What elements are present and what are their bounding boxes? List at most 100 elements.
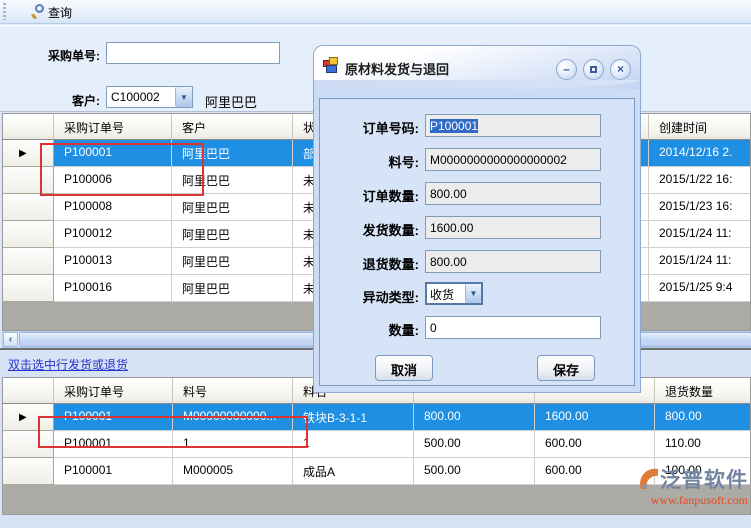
- row-selector[interactable]: [3, 194, 54, 221]
- cell-customer[interactable]: 阿里巴巴: [172, 167, 293, 194]
- query-button[interactable]: 查询: [24, 2, 78, 22]
- chevron-down-icon[interactable]: ▼: [175, 87, 192, 107]
- row-selector[interactable]: [3, 275, 54, 302]
- cell-created[interactable]: 2015/1/22 16:: [649, 167, 751, 194]
- material-ship-return-dialog: 原材料发货与退回 – × 订单号码: P100001 料号: M00000000…: [313, 45, 641, 393]
- cell-created[interactable]: 2015/1/25 9:4: [649, 275, 751, 302]
- chevron-down-icon[interactable]: ▼: [465, 284, 481, 303]
- double-click-hint-link[interactable]: 双击选中行发货或退货: [8, 356, 128, 373]
- query-button-label: 查询: [48, 6, 72, 20]
- order-no-label: 订单号码:: [324, 118, 419, 137]
- row-selector[interactable]: [3, 221, 54, 248]
- row-selector[interactable]: [3, 248, 54, 275]
- row-arrow-icon: ▶: [19, 412, 27, 423]
- cell-customer[interactable]: 阿里巴巴: [172, 140, 293, 167]
- cell-qty1[interactable]: 500.00: [414, 431, 535, 458]
- minimize-button[interactable]: –: [556, 59, 577, 80]
- cell-material-no[interactable]: 1: [173, 431, 293, 458]
- col-material-no[interactable]: 料号: [173, 378, 293, 404]
- toolbar-grip[interactable]: [3, 3, 6, 20]
- row-selector[interactable]: ▶: [3, 140, 54, 167]
- cell-order-no[interactable]: P100012: [54, 221, 172, 248]
- watermark-logo-icon: [639, 468, 659, 493]
- maximize-button[interactable]: [583, 59, 604, 80]
- col-order-no[interactable]: 采购订单号: [54, 114, 172, 140]
- cell-qty2[interactable]: 600.00: [535, 431, 655, 458]
- search-icon: [30, 4, 44, 18]
- qty-field[interactable]: 0: [425, 316, 601, 339]
- cell-order-no[interactable]: P100001: [54, 140, 172, 167]
- cell-customer[interactable]: 阿里巴巴: [172, 248, 293, 275]
- dialog-title: 原材料发货与退回: [345, 59, 449, 78]
- ship-qty-field[interactable]: 1600.00: [425, 216, 601, 239]
- form-icon: [323, 57, 340, 74]
- trans-type-value: 收货: [427, 284, 465, 303]
- cell-created[interactable]: 2014/12/16 2.: [649, 140, 751, 167]
- cancel-button[interactable]: 取消: [375, 355, 433, 381]
- close-icon[interactable]: ×: [610, 59, 631, 80]
- cell-qty2[interactable]: 1600.00: [535, 404, 655, 431]
- cell-customer[interactable]: 阿里巴巴: [172, 221, 293, 248]
- order-qty-label: 订单数量:: [324, 186, 419, 205]
- watermark-brand: 泛普软件: [660, 469, 748, 492]
- dialog-titlebar[interactable]: 原材料发货与退回 – ×: [313, 45, 641, 89]
- ship-qty-label: 发货数量:: [324, 220, 419, 239]
- return-qty-label: 退货数量:: [324, 254, 419, 273]
- cell-material-no[interactable]: M000005: [173, 458, 293, 485]
- cell-customer[interactable]: 阿里巴巴: [172, 275, 293, 302]
- order-no-field[interactable]: P100001: [425, 114, 601, 137]
- dialog-content-panel: 订单号码: P100001 料号: M0000000000000000002 订…: [319, 98, 635, 386]
- col-order-no[interactable]: 采购订单号: [54, 378, 173, 404]
- cell-material-name[interactable]: 铁块B-3-1-1: [293, 404, 414, 431]
- row-selector[interactable]: [3, 167, 54, 194]
- col-return-qty[interactable]: 退货数量: [655, 378, 751, 404]
- cell-material-name[interactable]: 1: [293, 431, 414, 458]
- cell-return-qty[interactable]: 110.00: [655, 431, 751, 458]
- cell-qty1[interactable]: 800.00: [414, 404, 535, 431]
- row-selector[interactable]: ▶: [3, 404, 54, 431]
- row-arrow-icon: ▶: [19, 148, 27, 159]
- customer-name-text: 阿里巴巴: [205, 92, 257, 111]
- col-created[interactable]: 创建时间: [649, 114, 751, 140]
- cell-created[interactable]: 2015/1/24 11:: [649, 221, 751, 248]
- cell-order-no[interactable]: P100016: [54, 275, 172, 302]
- cell-material-name[interactable]: 成品A: [293, 458, 414, 485]
- cell-order-no[interactable]: P100006: [54, 167, 172, 194]
- cell-customer[interactable]: 阿里巴巴: [172, 194, 293, 221]
- cell-material-no[interactable]: M00000000000...: [173, 404, 293, 431]
- cell-order-no[interactable]: P100008: [54, 194, 172, 221]
- watermark-url: www.fanpusoft.com: [618, 493, 748, 508]
- cell-order-no[interactable]: P100001: [54, 458, 173, 485]
- qty-label: 数量:: [324, 320, 419, 339]
- scroll-left-icon[interactable]: ‹: [3, 332, 18, 347]
- cell-order-no[interactable]: P100001: [54, 431, 173, 458]
- col-customer[interactable]: 客户: [172, 114, 293, 140]
- po-number-input[interactable]: [106, 42, 280, 64]
- material-no-label: 料号:: [324, 152, 419, 171]
- cell-created[interactable]: 2015/1/24 11:: [649, 248, 751, 275]
- save-button[interactable]: 保存: [537, 355, 595, 381]
- cell-order-no[interactable]: P100013: [54, 248, 172, 275]
- selector-header: [3, 378, 54, 404]
- selector-header: [3, 114, 54, 140]
- table-row[interactable]: ▶ P100001 M00000000000... 铁块B-3-1-1 800.…: [3, 404, 750, 431]
- selected-text: P100001: [430, 119, 478, 133]
- table-row[interactable]: P100001 1 1 500.00 600.00 110.00: [3, 431, 750, 458]
- order-qty-field[interactable]: 800.00: [425, 182, 601, 205]
- cell-order-no[interactable]: P100001: [54, 404, 173, 431]
- trans-type-combobox[interactable]: 收货 ▼: [425, 282, 483, 305]
- dialog-body: 订单号码: P100001 料号: M0000000000000000002 订…: [313, 89, 641, 393]
- row-selector[interactable]: [3, 431, 54, 458]
- cell-return-qty[interactable]: 800.00: [655, 404, 751, 431]
- po-number-label: 采购单号:: [14, 47, 100, 64]
- trans-type-label: 异动类型:: [324, 287, 419, 306]
- watermark: 泛普软件 www.fanpusoft.com: [618, 468, 748, 508]
- customer-combobox[interactable]: C100002 ▼: [106, 86, 193, 108]
- row-selector[interactable]: [3, 458, 54, 485]
- material-no-field[interactable]: M0000000000000000002: [425, 148, 601, 171]
- cell-qty1[interactable]: 500.00: [414, 458, 535, 485]
- cell-created[interactable]: 2015/1/23 16:: [649, 194, 751, 221]
- return-qty-field[interactable]: 800.00: [425, 250, 601, 273]
- customer-label: 客户:: [36, 92, 100, 109]
- toolbar: 查询: [0, 0, 751, 24]
